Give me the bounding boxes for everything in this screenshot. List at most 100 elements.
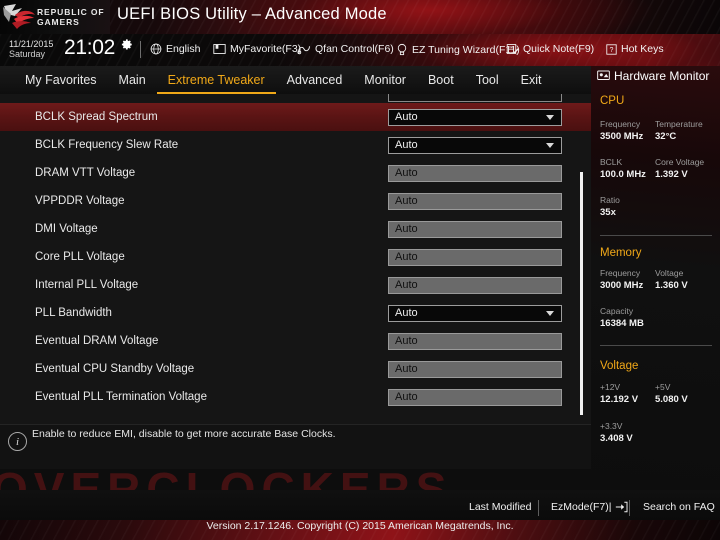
toolbar-item-ez-tuning[interactable]: EZ Tuning Wizard(F11) — [396, 43, 520, 56]
setting-row-bclk-frequency-slew-rate[interactable]: BCLK Frequency Slew Rate Auto — [0, 131, 591, 159]
setting-label: DMI Voltage — [35, 223, 98, 235]
version-text: Version 2.17.1246. Copyright (C) 2015 Am… — [206, 520, 514, 532]
cpu-core-voltage-label: Core Voltage — [655, 157, 705, 167]
setting-input[interactable]: Auto — [388, 220, 562, 238]
setting-label: BCLK Spread Spectrum — [35, 111, 158, 123]
setting-row-core-pll-voltage[interactable]: Core PLL Voltage Auto — [0, 243, 591, 271]
setting-label: Core PLL Voltage — [35, 251, 125, 263]
setting-row-eventual-dram-voltage[interactable]: Eventual DRAM Voltage Auto — [0, 327, 591, 355]
tab-advanced[interactable]: Advanced — [276, 66, 354, 94]
setting-dropdown[interactable]: Auto — [388, 304, 562, 322]
tab-extreme-tweaker[interactable]: Extreme Tweaker — [156, 66, 276, 94]
toolbar-item-hot-keys[interactable]: ? Hot Keys — [606, 43, 664, 55]
chevron-down-icon — [546, 114, 554, 120]
voltage-5v-label: +5V — [655, 382, 671, 392]
setting-input[interactable]: Auto — [388, 332, 562, 350]
voltage-33v-label: +3.3V — [600, 421, 623, 431]
footer-ez-mode-label: EzMode(F7)| — [551, 501, 612, 513]
tab-my-favorites[interactable]: My Favorites — [14, 66, 108, 94]
setting-row-eventual-pll-termination-voltage[interactable]: Eventual PLL Termination Voltage Auto — [0, 383, 591, 411]
setting-value: Auto — [395, 167, 418, 179]
tab-boot[interactable]: Boot — [417, 66, 465, 94]
setting-value: Auto — [395, 363, 418, 375]
setting-value: Auto — [395, 391, 418, 403]
question-icon: ? — [606, 43, 617, 55]
setting-value: Auto — [395, 139, 418, 151]
setting-input[interactable]: Auto — [388, 192, 562, 210]
setting-input[interactable]: Auto — [388, 276, 562, 294]
setting-input[interactable]: Auto — [388, 360, 562, 378]
voltage-5v-value: 5.080 V — [655, 394, 688, 405]
setting-row-pll-bandwidth[interactable]: PLL Bandwidth Auto — [0, 299, 591, 327]
gear-icon[interactable] — [120, 38, 133, 51]
tab-monitor[interactable]: Monitor — [353, 66, 417, 94]
setting-label: PLL Bandwidth — [35, 307, 112, 319]
toolbar-item-quick-note[interactable]: Quick Note(F9) — [506, 43, 594, 55]
monitor-icon — [597, 70, 610, 80]
footer-ez-mode[interactable]: EzMode(F7)| — [551, 501, 628, 513]
info-icon: i — [8, 432, 27, 451]
toolbar-item-qfan[interactable]: Qfan Control(F6) — [297, 43, 394, 55]
setting-dropdown[interactable]: Auto — [388, 108, 562, 126]
bios-screen: REPUBLIC OF GAMERS UEFI BIOS Utility – A… — [0, 0, 720, 540]
date-block: 11/21/2015 Saturday — [9, 39, 53, 59]
cpu-core-voltage-value: 1.392 V — [655, 169, 688, 180]
note-icon — [506, 44, 519, 54]
memory-frequency-value: 3000 MHz — [600, 280, 644, 291]
memory-capacity-label: Capacity — [600, 306, 634, 316]
settings-rows: BCLK Spread Spectrum Auto BCLK Frequency… — [0, 103, 591, 411]
toolbar-label-quick-note: Quick Note(F9) — [523, 43, 595, 55]
setting-input[interactable]: Auto — [388, 248, 562, 266]
chevron-down-icon — [546, 142, 554, 148]
rog-logo: REPUBLIC OF GAMERS — [0, 0, 110, 34]
cpu-temperature-value: 32°C — [655, 131, 677, 142]
setting-value: Auto — [395, 223, 418, 235]
setting-row-vppddr-voltage[interactable]: VPPDDR Voltage Auto — [0, 187, 591, 215]
rog-eye-logo-icon — [3, 4, 35, 29]
weekday-value: Saturday — [9, 49, 46, 59]
toolbar-label-hot-keys: Hot Keys — [621, 43, 664, 55]
clipped-field-above — [388, 94, 562, 102]
cpu-bclk-value: 100.0 MHz — [600, 169, 646, 180]
clock-value: 21:02 — [64, 36, 116, 59]
setting-input[interactable]: Auto — [388, 388, 562, 406]
rog-line-1: REPUBLIC OF — [37, 7, 105, 17]
tab-tool[interactable]: Tool — [465, 66, 510, 94]
setting-row-eventual-cpu-standby-voltage[interactable]: Eventual CPU Standby Voltage Auto — [0, 355, 591, 383]
setting-row-internal-pll-voltage[interactable]: Internal PLL Voltage Auto — [0, 271, 591, 299]
setting-row-bclk-spread-spectrum[interactable]: BCLK Spread Spectrum Auto — [0, 103, 591, 131]
setting-label: BCLK Frequency Slew Rate — [35, 139, 179, 151]
settings-list: BCLK Spread Spectrum Auto BCLK Frequency… — [0, 94, 591, 424]
setting-input[interactable]: Auto — [388, 164, 562, 182]
setting-label: Eventual DRAM Voltage — [35, 335, 159, 347]
hw-divider-2 — [600, 345, 712, 346]
cpu-ratio-label: Ratio — [600, 195, 620, 205]
hardware-monitor-title: Hardware Monitor — [597, 69, 709, 83]
memory-voltage-value: 1.360 V — [655, 280, 688, 291]
tab-exit[interactable]: Exit — [510, 66, 553, 94]
footer-search-faq[interactable]: Search on FAQ — [643, 501, 715, 513]
setting-value: Auto — [395, 251, 418, 263]
voltage-33v-value: 3.408 V — [600, 433, 633, 444]
tab-main[interactable]: Main — [108, 66, 157, 94]
fan-icon — [297, 46, 310, 55]
bookmark-icon — [213, 44, 226, 54]
footer-last-modified[interactable]: Last Modified — [469, 501, 531, 513]
toolbar-item-myfavorite[interactable]: MyFavorite(F3) — [213, 43, 301, 55]
toolbar-label-ez-tuning: EZ Tuning Wizard(F11) — [412, 43, 520, 56]
setting-label: Eventual PLL Termination Voltage — [35, 391, 207, 403]
hw-divider-1 — [600, 235, 712, 236]
memory-frequency-label: Frequency — [600, 268, 641, 278]
page-title: UEFI BIOS Utility – Advanced Mode — [117, 5, 387, 23]
scrollbar-thumb[interactable] — [580, 172, 583, 415]
toolbar-item-english[interactable]: English — [150, 43, 200, 55]
cpu-temperature-label: Temperature — [655, 119, 703, 129]
toolbar-label-qfan: Qfan Control(F6) — [315, 43, 394, 55]
setting-row-dmi-voltage[interactable]: DMI Voltage Auto — [0, 215, 591, 243]
setting-row-dram-vtt-voltage[interactable]: DRAM VTT Voltage Auto — [0, 159, 591, 187]
cpu-frequency-label: Frequency — [600, 119, 641, 129]
cpu-bclk-label: BCLK — [600, 157, 623, 167]
rog-wordmark: REPUBLIC OF GAMERS — [36, 7, 105, 27]
svg-text:?: ? — [610, 47, 614, 54]
setting-dropdown[interactable]: Auto — [388, 136, 562, 154]
